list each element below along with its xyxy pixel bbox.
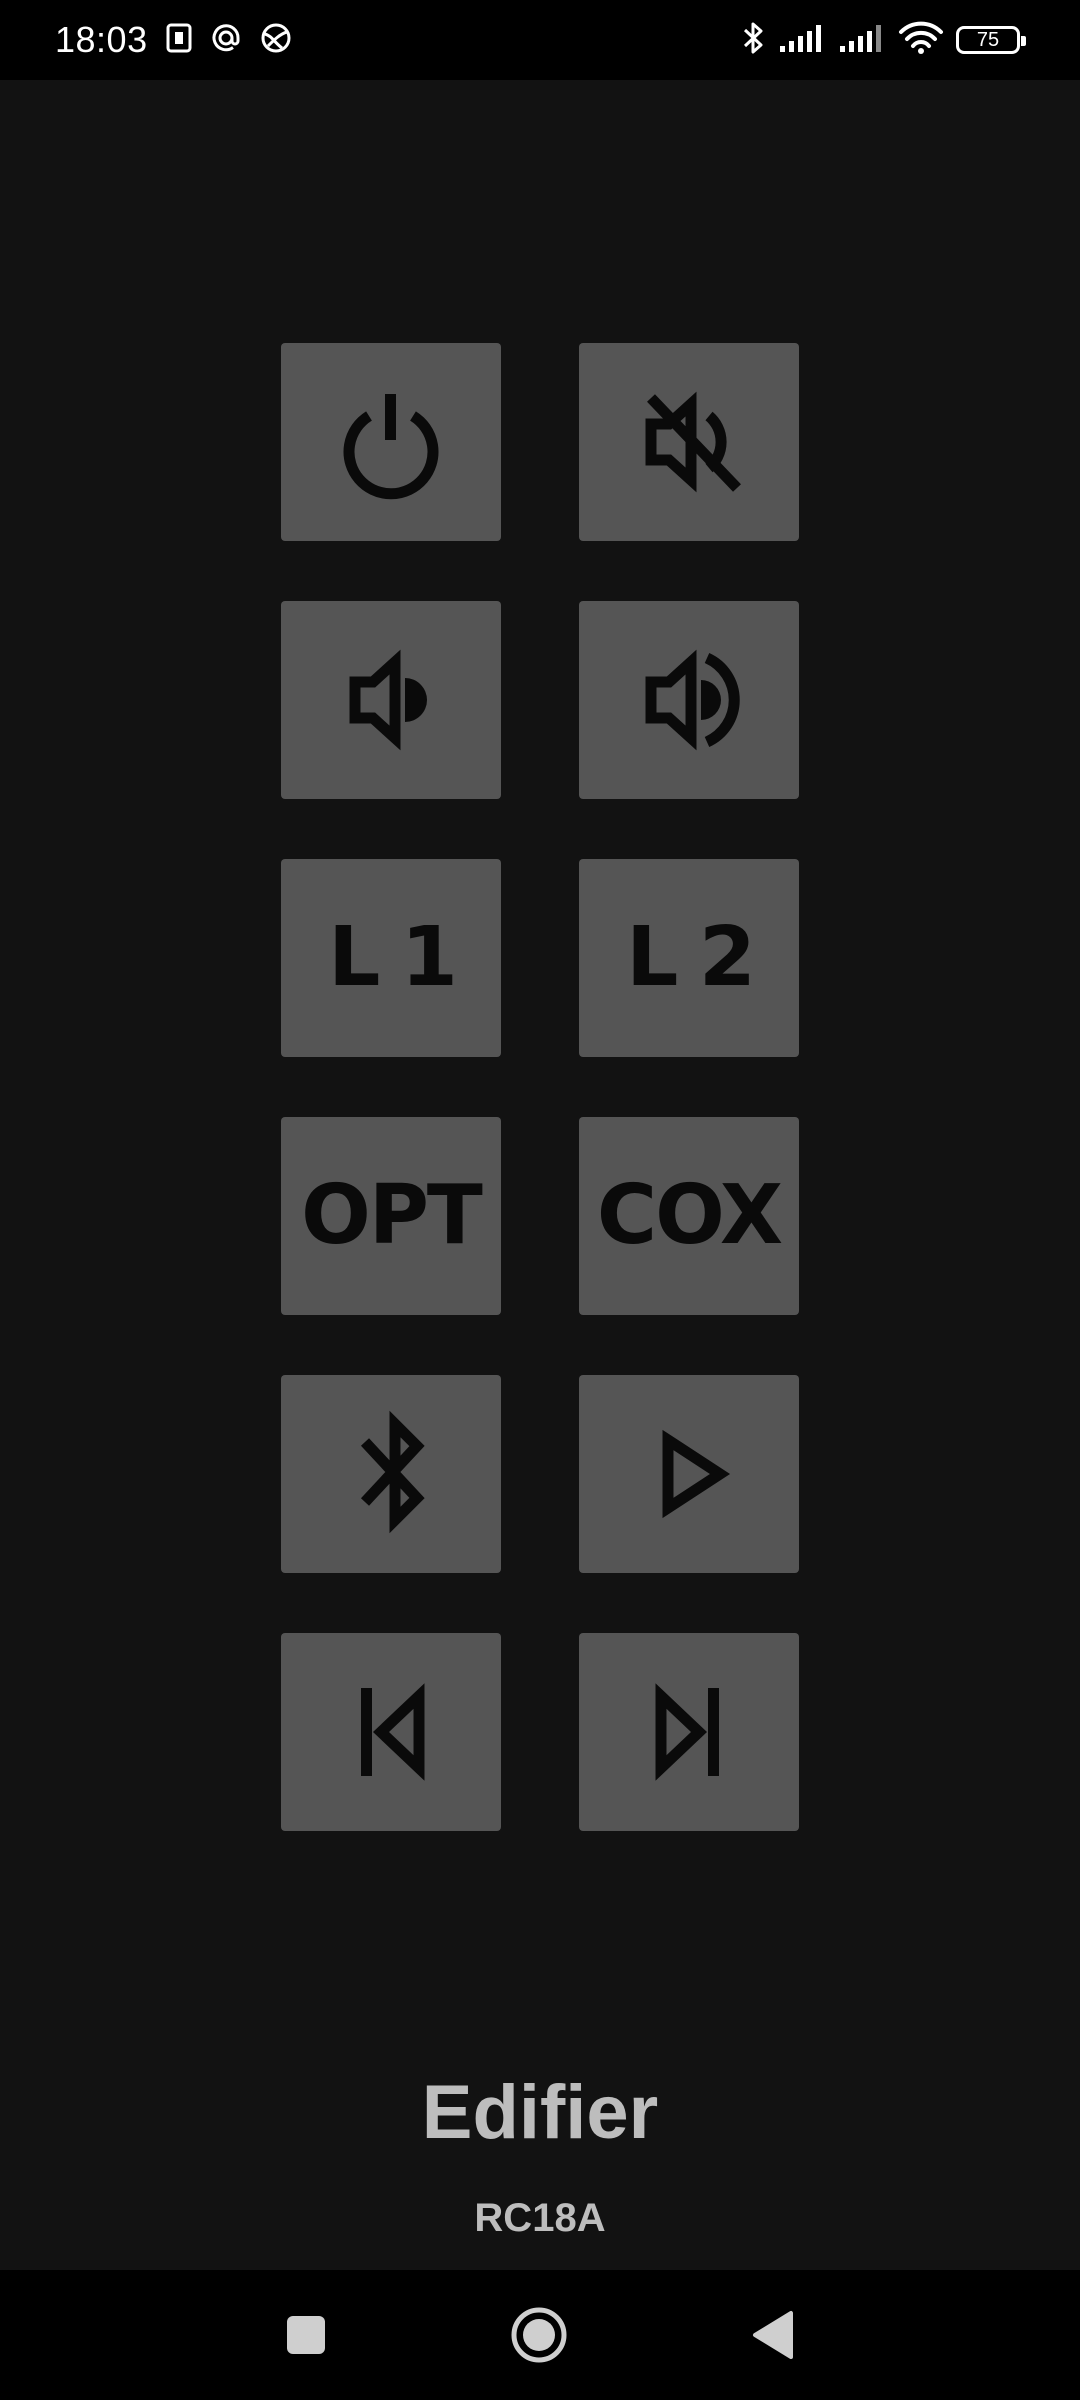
- battery-icon: 75: [956, 26, 1026, 54]
- globe-icon: [260, 22, 292, 59]
- volume-up-icon: [645, 649, 740, 751]
- status-bar: 18:03 75: [0, 0, 1080, 80]
- line-2-label: L 2: [626, 910, 756, 1005]
- volume-up-button[interactable]: [579, 601, 799, 799]
- navigation-bar: [0, 2270, 1080, 2400]
- power-button[interactable]: [281, 343, 501, 541]
- line-1-button[interactable]: L 1: [281, 859, 501, 1057]
- bluetooth-icon: [742, 20, 766, 61]
- volume-down-icon: [349, 649, 427, 751]
- play-icon: [662, 1429, 731, 1519]
- previous-track-icon: [361, 1683, 425, 1781]
- back-button[interactable]: [733, 2295, 813, 2375]
- previous-track-button[interactable]: [281, 1633, 501, 1831]
- line-2-button[interactable]: L 2: [579, 859, 799, 1057]
- coaxial-label: COX: [596, 1168, 783, 1263]
- status-time: 18:03: [55, 19, 148, 60]
- play-button[interactable]: [579, 1375, 799, 1573]
- bluetooth-button[interactable]: [281, 1375, 501, 1573]
- optical-button[interactable]: OPT: [281, 1117, 501, 1315]
- wifi-icon: [898, 21, 944, 60]
- status-right: 75: [742, 0, 1026, 80]
- coaxial-button[interactable]: COX: [579, 1117, 799, 1315]
- bluetooth-icon: [360, 1410, 425, 1534]
- home-button[interactable]: [499, 2295, 579, 2375]
- next-track-button[interactable]: [579, 1633, 799, 1831]
- back-icon: [753, 2311, 793, 2359]
- home-icon: [511, 2307, 567, 2363]
- mute-icon: [645, 391, 741, 493]
- line-1-label: L 1: [328, 910, 458, 1005]
- optical-label: OPT: [301, 1168, 483, 1263]
- power-icon: [343, 394, 439, 500]
- remote-button-grid: L 1 L 2 OPT COX: [281, 343, 799, 1831]
- battery-level: 75: [976, 29, 1000, 51]
- volume-down-button[interactable]: [281, 601, 501, 799]
- sim-card-icon: [166, 23, 192, 58]
- brand-name: Edifier: [421, 2070, 659, 2155]
- mute-button[interactable]: [579, 343, 799, 541]
- at-sign-icon: [210, 22, 242, 59]
- signal-icon: [838, 22, 886, 59]
- recents-icon: [287, 2316, 325, 2354]
- model-name: RC18A: [474, 2196, 606, 2240]
- status-left: 18:03: [55, 0, 292, 80]
- recents-button[interactable]: [266, 2295, 346, 2375]
- signal-icon: [778, 22, 826, 59]
- next-track-icon: [655, 1683, 719, 1781]
